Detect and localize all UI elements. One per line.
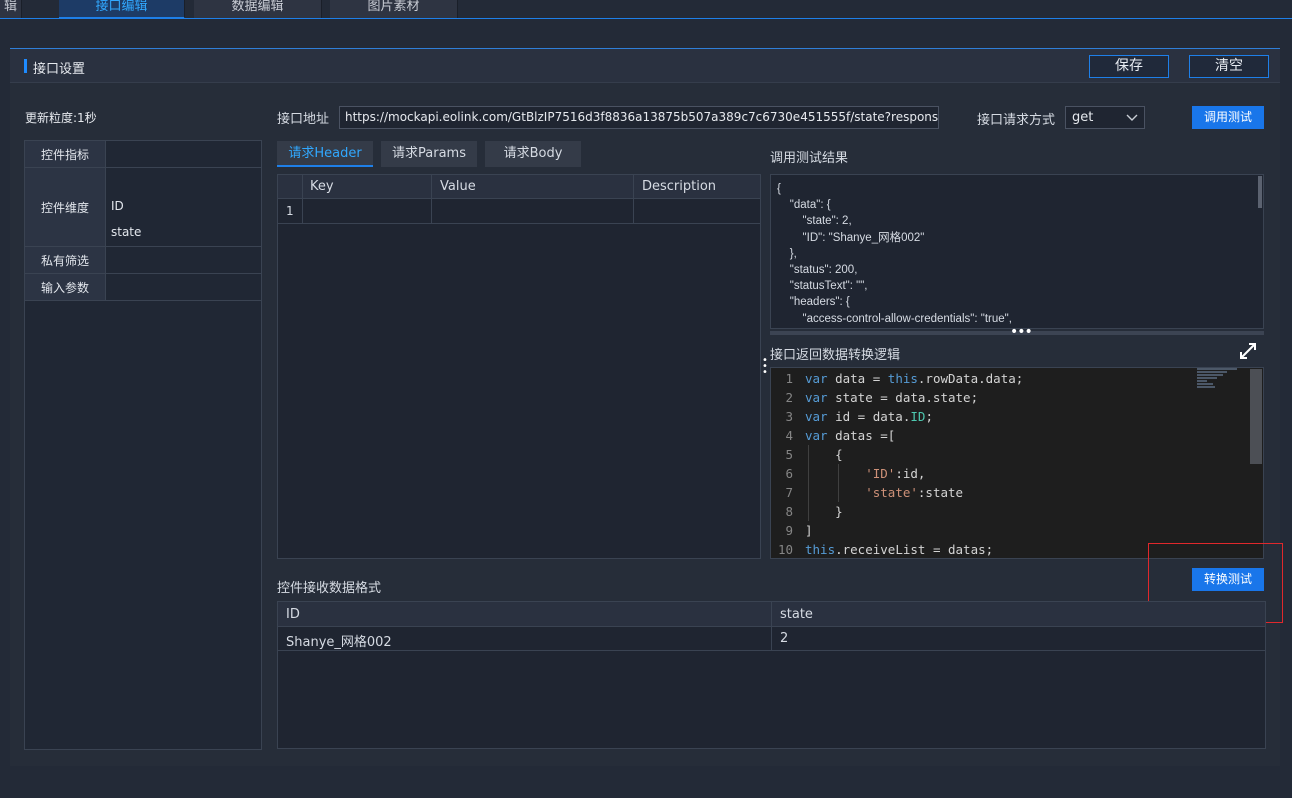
indent-guide xyxy=(838,464,839,502)
code-line: 8 } xyxy=(785,504,843,519)
column-description: Description xyxy=(642,179,717,194)
row-control-dimension[interactable]: 控件维度 ID state xyxy=(25,168,261,247)
column-value: Value xyxy=(440,179,476,194)
result-scrollbar[interactable] xyxy=(1258,176,1262,208)
call-test-button[interactable]: 调用测试 xyxy=(1192,106,1264,129)
tab-interface-edit[interactable]: 接口编辑 xyxy=(59,0,185,19)
tab-request-params[interactable]: 请求Params xyxy=(381,141,477,167)
title-accent-bar xyxy=(24,59,27,73)
api-url-label: 接口地址 xyxy=(277,112,330,127)
grid-divider xyxy=(431,175,432,223)
row-number: 1 xyxy=(286,204,294,218)
row-key: 控件指标 xyxy=(25,141,106,167)
code-line: 1 var data = this.rowData.data; xyxy=(785,371,1024,386)
top-tab-bar: 辑 接口编辑 数据编辑 图片素材 xyxy=(0,0,1292,19)
table-divider xyxy=(771,602,772,650)
receive-format-title: 控件接收数据格式 xyxy=(277,581,382,596)
receive-format-table: ID state Shanye_网格002 2 xyxy=(277,601,1266,749)
request-header-grid: Key Value Description 1 xyxy=(277,174,761,559)
editor-scrollbar[interactable] xyxy=(1250,369,1262,464)
call-test-result-box[interactable]: { "data": { "state": 2, "ID": "Shanye_网格… xyxy=(770,174,1264,329)
grid-divider xyxy=(302,175,303,223)
horizontal-drag-handle-icon[interactable]: • • • xyxy=(762,356,768,378)
table-divider xyxy=(278,650,1265,651)
row-key: 私有筛选 xyxy=(25,247,106,273)
dimension-value-state: state xyxy=(111,225,142,239)
row-key: 控件维度 xyxy=(25,168,106,246)
row-control-metric[interactable]: 控件指标 xyxy=(25,141,261,168)
code-line: 9] xyxy=(785,523,813,538)
drag-handle-dots-icon[interactable]: ••• xyxy=(1010,325,1033,339)
row-key: 输入参数 xyxy=(25,274,106,300)
grid-divider xyxy=(633,175,634,223)
code-line: 3 var id = data.ID; xyxy=(785,409,933,424)
column-state: state xyxy=(780,607,813,622)
chevron-down-icon xyxy=(1126,107,1138,135)
code-line: 2 var state = data.state; xyxy=(785,390,979,405)
dimension-value-id: ID xyxy=(111,199,124,213)
row-input-params[interactable]: 输入参数 xyxy=(25,274,261,301)
tab-divider-line xyxy=(0,18,1292,19)
tab-request-body[interactable]: 请求Body xyxy=(485,141,581,167)
request-method-select[interactable]: get xyxy=(1065,106,1145,129)
panel-title: 接口设置 xyxy=(33,62,86,77)
code-minimap[interactable] xyxy=(1197,368,1249,392)
result-json: { "data": { "state": 2, "ID": "Shanye_网格… xyxy=(777,183,1012,325)
code-line: 4 var datas =[ xyxy=(785,428,896,443)
call-test-result-title: 调用测试结果 xyxy=(770,151,849,166)
code-line: 5 { xyxy=(785,447,843,462)
code-line: 7 'state':state xyxy=(785,485,964,500)
tab-data-edit[interactable]: 数据编辑 xyxy=(194,0,322,19)
method-value: get xyxy=(1072,110,1094,125)
transform-logic-editor[interactable]: 1 var data = this.rowData.data; 2 var stat… xyxy=(770,367,1264,559)
code-line: 6 'ID':id, xyxy=(785,466,926,481)
request-method-label: 接口请求方式 xyxy=(977,113,1056,128)
tab-request-header[interactable]: 请求Header xyxy=(277,141,373,167)
tab-image-assets[interactable]: 图片素材 xyxy=(330,0,458,19)
tab-partial[interactable]: 辑 xyxy=(0,0,22,19)
api-url-input[interactable]: https://mockapi.eolink.com/GtBlzIP7516d3… xyxy=(339,106,939,129)
row-private-filter[interactable]: 私有筛选 xyxy=(25,247,261,274)
transform-logic-title: 接口返回数据转换逻辑 xyxy=(770,348,901,363)
panel-header: 接口设置 保存 清空 xyxy=(10,49,1280,83)
column-id: ID xyxy=(286,607,300,622)
clear-button[interactable]: 清空 xyxy=(1189,55,1269,78)
cell-state-value: 2 xyxy=(780,631,789,646)
control-config-table: 控件指标 控件维度 ID state 私有筛选 输入参数 xyxy=(24,140,262,750)
indent-guide xyxy=(808,445,809,521)
refresh-interval-label: 更新粒度:1秒 xyxy=(25,111,97,125)
grid-divider xyxy=(278,223,760,224)
expand-icon[interactable] xyxy=(1238,341,1258,361)
save-button[interactable]: 保存 xyxy=(1089,55,1169,78)
cell-id-value: Shanye_网格002 xyxy=(286,635,392,650)
column-key: Key xyxy=(310,179,334,194)
